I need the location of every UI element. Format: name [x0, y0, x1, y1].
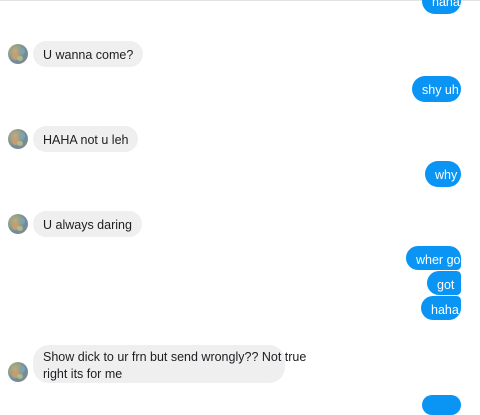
message-list[interactable]: haha U wanna come? shy uh HAHA not u leh…: [0, 0, 480, 415]
message-text: HAHA not u leh: [43, 133, 129, 147]
message-text: why: [435, 168, 458, 182]
contact-avatar[interactable]: [8, 44, 28, 64]
contact-avatar[interactable]: [8, 129, 28, 149]
message-text: haha: [431, 303, 459, 317]
outgoing-message[interactable]: why: [425, 161, 461, 187]
message-text-line: Show dick to ur frn but send wrongly?? N…: [43, 350, 307, 364]
contact-avatar[interactable]: [8, 214, 28, 234]
message-text: U wanna come?: [43, 48, 134, 62]
incoming-message[interactable]: U wanna come?: [33, 41, 144, 67]
outgoing-message[interactable]: haha: [422, 0, 461, 14]
outgoing-message[interactable]: [422, 395, 461, 415]
incoming-message[interactable]: Show dick to ur frn but send wrongly?? N…: [33, 345, 307, 383]
outgoing-message[interactable]: wher go: [406, 246, 461, 270]
outgoing-message[interactable]: haha: [421, 296, 461, 320]
incoming-message[interactable]: U always daring: [33, 211, 142, 237]
message-text: wher go: [416, 253, 461, 267]
contact-avatar[interactable]: [8, 362, 28, 382]
message-text: shy uh: [422, 83, 459, 97]
message-text-line: right its for me: [43, 367, 123, 381]
message-text: U always daring: [43, 218, 132, 232]
message-text: got: [437, 278, 455, 292]
outgoing-message[interactable]: shy uh: [412, 76, 461, 102]
incoming-message[interactable]: HAHA not u leh: [33, 126, 139, 152]
outgoing-message[interactable]: got: [427, 271, 461, 295]
message-text: haha: [432, 0, 460, 9]
